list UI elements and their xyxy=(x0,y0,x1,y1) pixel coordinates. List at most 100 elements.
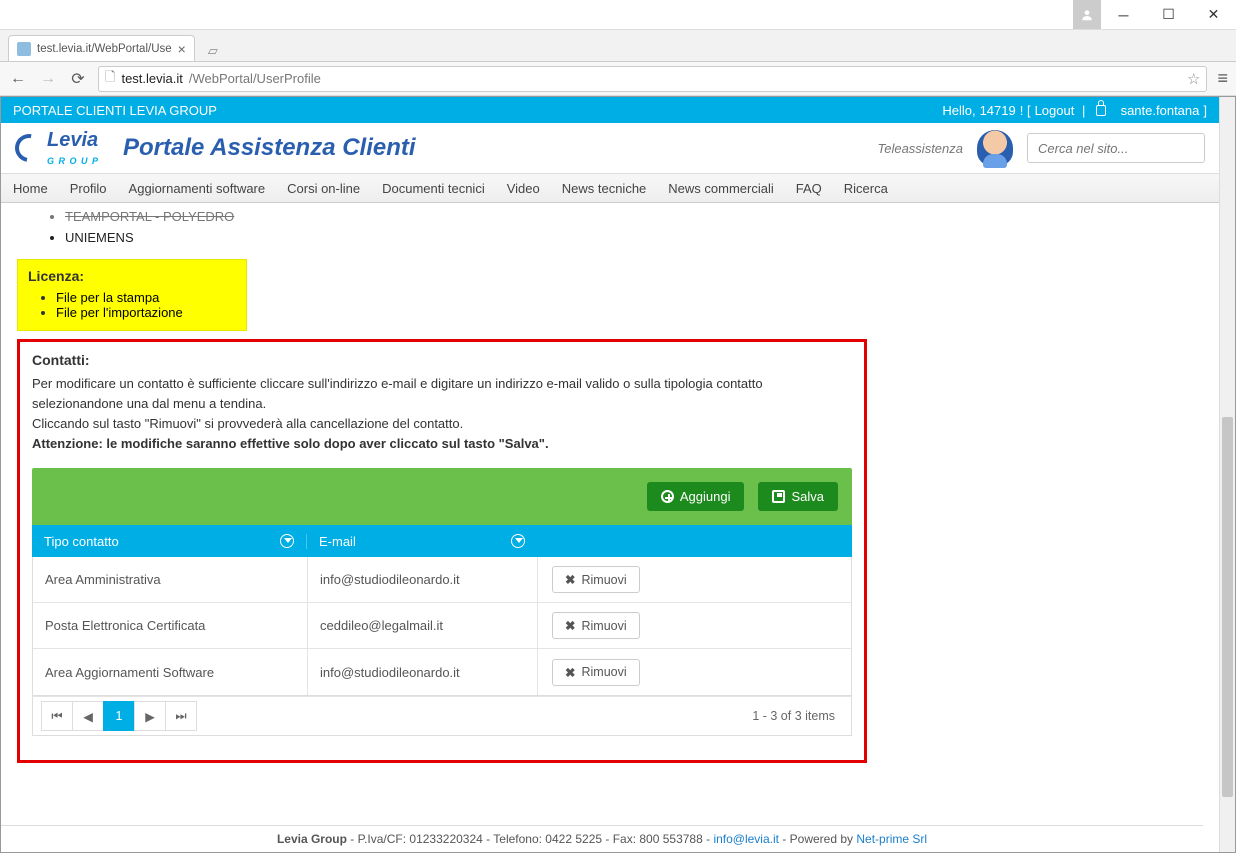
window-close-button[interactable]: ✕ xyxy=(1191,0,1236,29)
new-tab-button[interactable]: ▱ xyxy=(201,41,225,61)
license-link-print[interactable]: File per la stampa xyxy=(56,290,159,305)
nav-aggiornamenti[interactable]: Aggiornamenti software xyxy=(129,181,266,196)
vertical-scrollbar[interactable] xyxy=(1219,97,1235,852)
portal-topbar: PORTALE CLIENTI LEVIA GROUP Hello, 14719… xyxy=(1,97,1219,123)
operator-icon xyxy=(977,130,1013,166)
site-header: Levia G R O U P Portale Assistenza Clien… xyxy=(1,123,1219,173)
pager-prev[interactable]: ◀ xyxy=(72,701,104,731)
remove-button[interactable]: ✖Rimuovi xyxy=(552,612,640,639)
back-button[interactable]: ← xyxy=(8,70,28,88)
nav-corsi[interactable]: Corsi on-line xyxy=(287,181,360,196)
reload-button[interactable]: ⟳ xyxy=(68,69,88,89)
hello-prefix: Hello, xyxy=(942,103,975,118)
cell-email[interactable]: info@studiodileonardo.it xyxy=(308,649,538,695)
contacts-table-header: Tipo contatto E-mail xyxy=(32,525,852,557)
license-box: Licenza: File per la stampa File per l'i… xyxy=(17,259,247,331)
contacts-table-body: Area Amministrativa info@studiodileonard… xyxy=(32,557,852,696)
table-row: Area Amministrativa info@studiodileonard… xyxy=(33,557,851,603)
nav-news-commerciali[interactable]: News commerciali xyxy=(668,181,773,196)
search-input[interactable] xyxy=(1027,133,1205,163)
page-icon: 🗋 xyxy=(105,68,115,90)
teleassistenza-link[interactable]: Teleassistenza xyxy=(877,141,963,156)
portal-topbar-title: PORTALE CLIENTI LEVIA GROUP xyxy=(13,103,217,118)
url-path: /WebPortal/UserProfile xyxy=(189,71,321,86)
cell-type[interactable]: Area Aggiornamenti Software xyxy=(33,649,308,695)
lock-icon xyxy=(1096,105,1106,116)
contacts-help-3: Attenzione: le modifiche saranno effetti… xyxy=(32,434,852,454)
browser-menu-icon[interactable]: ≡ xyxy=(1217,68,1228,89)
url-host: test.levia.it xyxy=(121,71,182,86)
content-area: TEAMPORTAL - POLYEDRO UNIEMENS Licenza: … xyxy=(1,207,1219,775)
footer-powered-link[interactable]: Net-prime Srl xyxy=(856,832,927,846)
scrollbar-thumb[interactable] xyxy=(1222,417,1233,797)
nav-faq[interactable]: FAQ xyxy=(796,181,822,196)
browser-toolbar: ← → ⟳ 🗋 test.levia.it/WebPortal/UserProf… xyxy=(0,62,1236,96)
logo-name: Levia xyxy=(47,129,98,151)
list-item: UNIEMENS xyxy=(65,228,1203,249)
remove-button[interactable]: ✖Rimuovi xyxy=(552,659,640,686)
table-row: Area Aggiornamenti Software info@studiod… xyxy=(33,649,851,695)
logo-subtext: G R O U P xyxy=(47,156,99,166)
save-icon xyxy=(772,490,785,503)
pager: ⏮ ◀ 1 ▶ ⏭ xyxy=(41,701,197,731)
pager-page-current[interactable]: 1 xyxy=(103,701,135,731)
filter-icon[interactable] xyxy=(280,534,294,548)
site-footer: Levia Group - P.Iva/CF: 01233220324 - Te… xyxy=(1,825,1203,846)
remove-button[interactable]: ✖Rimuovi xyxy=(552,566,640,593)
nav-documenti[interactable]: Documenti tecnici xyxy=(382,181,485,196)
window-minimize-button[interactable]: ─ xyxy=(1101,0,1146,29)
browser-tab-strip: test.levia.it/WebPortal/Use × ▱ xyxy=(0,30,1236,62)
window-maximize-button[interactable]: ☐ xyxy=(1146,0,1191,29)
contacts-panel: Contatti: Per modificare un contatto è s… xyxy=(17,339,867,764)
windows-user-icon xyxy=(1073,0,1101,29)
browser-tab[interactable]: test.levia.it/WebPortal/Use × xyxy=(8,35,195,61)
favicon-icon xyxy=(17,42,31,56)
nav-news-tecniche[interactable]: News tecniche xyxy=(562,181,647,196)
plus-circle-icon xyxy=(661,490,674,503)
contacts-toolbar: Aggiungi Salva xyxy=(32,468,852,525)
user-id: 14719 xyxy=(980,103,1016,118)
list-item: TEAMPORTAL - POLYEDRO xyxy=(65,207,1203,228)
col-header-email[interactable]: E-mail xyxy=(307,534,537,549)
pager-first[interactable]: ⏮ xyxy=(41,701,73,731)
cell-type[interactable]: Area Amministrativa xyxy=(33,557,308,602)
nav-profilo[interactable]: Profilo xyxy=(70,181,107,196)
logo[interactable]: Levia G R O U P xyxy=(15,129,99,167)
window-titlebar: ─ ☐ ✕ xyxy=(0,0,1236,30)
main-nav: Home Profilo Aggiornamenti software Cors… xyxy=(1,173,1219,203)
cell-email[interactable]: info@studiodileonardo.it xyxy=(308,557,538,602)
logout-link[interactable]: Logout xyxy=(1035,103,1075,118)
footer-text1: - P.Iva/CF: 01233220324 - Telefono: 0422… xyxy=(347,832,713,846)
col-header-type[interactable]: Tipo contatto xyxy=(32,534,307,549)
footer-company: Levia Group xyxy=(277,832,347,846)
page-viewport: PORTALE CLIENTI LEVIA GROUP Hello, 14719… xyxy=(0,96,1236,853)
forward-button[interactable]: → xyxy=(38,70,58,88)
license-link-import[interactable]: File per l'importazione xyxy=(56,305,183,320)
close-tab-icon[interactable]: × xyxy=(178,41,186,57)
contacts-title: Contatti: xyxy=(32,352,852,368)
table-row: Posta Elettronica Certificata ceddileo@l… xyxy=(33,603,851,649)
footer-email-link[interactable]: info@levia.it xyxy=(713,832,779,846)
product-list: TEAMPORTAL - POLYEDRO UNIEMENS xyxy=(65,207,1203,249)
pager-last[interactable]: ⏭ xyxy=(165,701,197,731)
x-icon: ✖ xyxy=(565,572,575,587)
pager-next[interactable]: ▶ xyxy=(134,701,166,731)
tab-title: test.levia.it/WebPortal/Use xyxy=(37,43,172,55)
address-bar[interactable]: 🗋 test.levia.it/WebPortal/UserProfile ☆ xyxy=(98,66,1207,92)
nav-video[interactable]: Video xyxy=(507,181,540,196)
contacts-table-footer: ⏮ ◀ 1 ▶ ⏭ 1 - 3 of 3 items xyxy=(32,696,852,736)
license-title: Licenza: xyxy=(28,268,236,284)
bookmark-star-icon[interactable]: ☆ xyxy=(1187,70,1200,88)
contacts-help-1: Per modificare un contatto è sufficiente… xyxy=(32,374,852,414)
save-button[interactable]: Salva xyxy=(758,482,838,511)
filter-icon[interactable] xyxy=(511,534,525,548)
username-link[interactable]: sante.fontana xyxy=(1121,103,1200,118)
add-button[interactable]: Aggiungi xyxy=(647,482,745,511)
logo-swoosh-icon xyxy=(10,129,49,168)
nav-home[interactable]: Home xyxy=(13,181,48,196)
cell-email[interactable]: ceddileo@legalmail.it xyxy=(308,603,538,648)
footer-text2: - Powered by xyxy=(779,832,856,846)
cell-type[interactable]: Posta Elettronica Certificata xyxy=(33,603,308,648)
nav-ricerca[interactable]: Ricerca xyxy=(844,181,888,196)
pager-status: 1 - 3 of 3 items xyxy=(752,709,835,723)
